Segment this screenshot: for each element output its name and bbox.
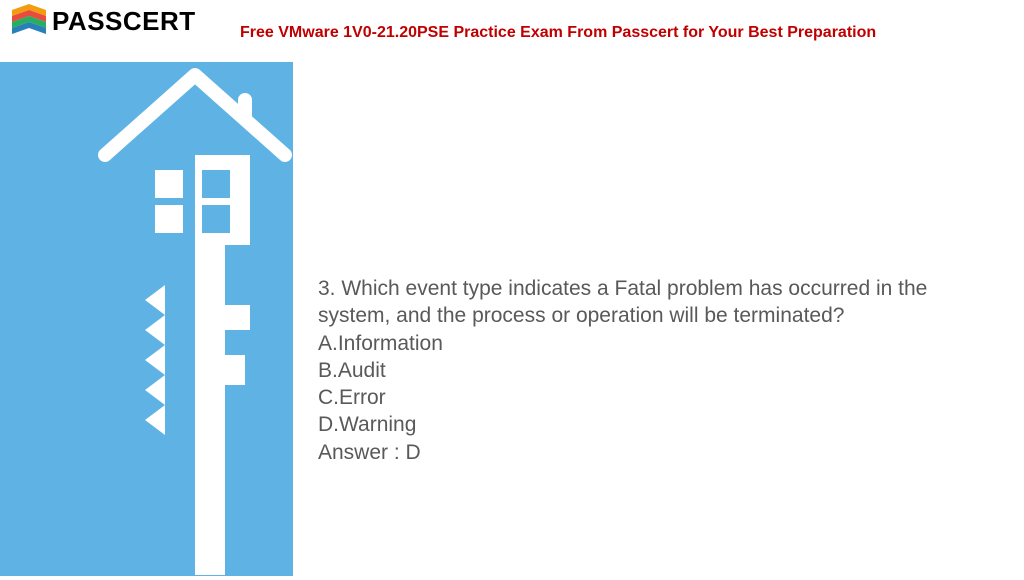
question-text: 3. Which event type indicates a Fatal pr… bbox=[318, 277, 927, 327]
passcert-logo-icon bbox=[8, 2, 50, 40]
header-title: Free VMware 1V0-21.20PSE Practice Exam F… bbox=[240, 24, 876, 42]
house-key-icon bbox=[90, 55, 300, 575]
option-c: C.Error bbox=[318, 384, 994, 411]
logo-text: PASSCERT bbox=[52, 6, 196, 37]
question-body: Which event type indicates a Fatal probl… bbox=[318, 277, 927, 327]
question-number: 3. bbox=[318, 277, 336, 300]
answer-line: Answer : D bbox=[318, 439, 994, 466]
logo-area: PASSCERT bbox=[0, 0, 204, 42]
option-a: A.Information bbox=[318, 330, 994, 357]
option-b: B.Audit bbox=[318, 357, 994, 384]
question-block: 3. Which event type indicates a Fatal pr… bbox=[318, 275, 994, 466]
option-d: D.Warning bbox=[318, 411, 994, 438]
